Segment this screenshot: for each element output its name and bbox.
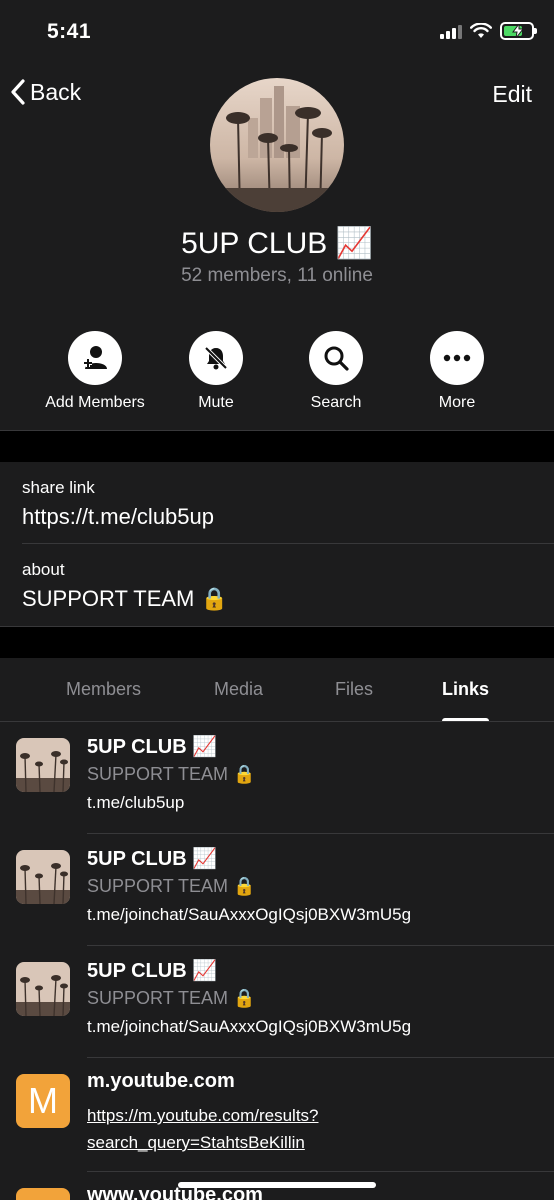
status-bar: 5:41 <box>0 0 554 66</box>
link-description: SUPPORT TEAM 🔒 <box>87 764 256 784</box>
link-thumbnail <box>16 850 70 904</box>
list-item[interactable]: 5UP CLUB 📈 SUPPORT TEAM 🔒 t.me/club5up <box>0 722 554 834</box>
link-letter-thumbnail <box>16 1188 70 1200</box>
more-icon <box>443 354 471 362</box>
action-bar: Add Members Mute Search More <box>0 331 554 431</box>
link-url-line-1: https://m.youtube.com/results? <box>87 1106 319 1125</box>
link-title: 5UP CLUB 📈 <box>87 736 218 758</box>
group-members-count: 52 members, 11 online <box>181 265 373 286</box>
about-value: SUPPORT TEAM 🔒 <box>22 586 228 611</box>
link-letter-thumbnail: M <box>16 1074 70 1128</box>
more-button[interactable]: More <box>387 331 527 412</box>
link-url[interactable]: t.me/club5up <box>87 793 184 813</box>
edit-button[interactable]: Edit <box>492 81 532 108</box>
link-thumbnail <box>16 738 70 792</box>
tab-members[interactable]: Members <box>66 679 141 700</box>
link-title: 5UP CLUB 📈 <box>87 960 218 982</box>
link-description: SUPPORT TEAM 🔒 <box>87 876 256 896</box>
search-label: Search <box>310 394 362 411</box>
list-item[interactable]: 5UP CLUB 📈 SUPPORT TEAM 🔒 t.me/joinchat/… <box>0 946 554 1058</box>
status-time: 5:41 <box>47 20 92 43</box>
about-label: about <box>22 560 65 579</box>
signal-icon <box>440 24 462 39</box>
link-url[interactable]: https://m.youtube.com/results? search_qu… <box>87 1102 467 1156</box>
bell-muted-icon <box>204 346 228 370</box>
group-name: 5UP CLUB 📈 <box>181 227 373 260</box>
home-indicator <box>178 1182 376 1188</box>
group-avatar[interactable] <box>210 78 344 212</box>
section-separator <box>0 431 554 462</box>
link-url-line-2: search_query=StahtsBeKillin <box>87 1133 305 1152</box>
chevron-left-icon <box>11 79 25 105</box>
link-description: SUPPORT TEAM 🔒 <box>87 988 256 1008</box>
link-url[interactable]: t.me/joinchat/SauAxxxOgIQsj0BXW3mU5g <box>87 1017 411 1037</box>
share-link-row[interactable]: share link https://t.me/club5up <box>0 462 554 544</box>
tab-media[interactable]: Media <box>214 679 263 700</box>
share-link-value[interactable]: https://t.me/club5up <box>22 504 214 530</box>
wifi-icon <box>470 23 492 38</box>
link-url[interactable]: t.me/joinchat/SauAxxxOgIQsj0BXW3mU5g <box>87 905 411 925</box>
back-label: Back <box>30 78 82 105</box>
add-members-label: Add Members <box>45 394 145 411</box>
more-label: More <box>438 394 476 411</box>
share-link-label: share link <box>22 478 95 497</box>
mute-button[interactable]: Mute <box>146 331 286 412</box>
add-member-icon <box>84 346 107 369</box>
list-item[interactable]: 5UP CLUB 📈 SUPPORT TEAM 🔒 t.me/joinchat/… <box>0 834 554 946</box>
link-title: m.youtube.com <box>87 1070 235 1092</box>
mute-label: Mute <box>198 394 234 411</box>
status-icons <box>440 22 537 40</box>
add-members-button[interactable]: Add Members <box>25 331 165 412</box>
list-item[interactable]: M m.youtube.com https://m.youtube.com/re… <box>0 1058 554 1172</box>
search-button[interactable]: Search <box>266 331 406 412</box>
back-button[interactable]: Back <box>10 78 81 106</box>
tab-links[interactable]: Links <box>442 679 489 700</box>
tab-bar: Members Media Files Links <box>0 658 554 722</box>
link-thumbnail <box>16 962 70 1016</box>
tab-files[interactable]: Files <box>335 679 373 700</box>
battery-icon <box>500 22 537 40</box>
about-row: about SUPPORT TEAM 🔒 <box>0 544 554 626</box>
info-section: share link https://t.me/club5up about SU… <box>0 462 554 626</box>
link-title: 5UP CLUB 📈 <box>87 848 218 870</box>
section-separator <box>0 627 554 658</box>
search-icon <box>324 346 349 371</box>
